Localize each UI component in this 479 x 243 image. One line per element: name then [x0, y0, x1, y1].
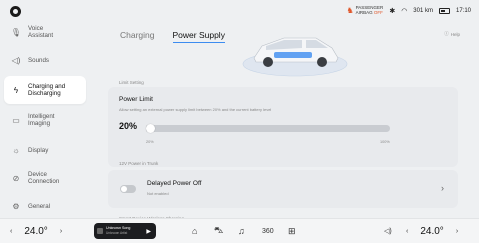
chevron-left-icon[interactable]: ‹ — [406, 228, 408, 235]
link-icon: ⊘ — [12, 173, 20, 183]
power-limit-description: Allow setting an external power supply l… — [119, 107, 272, 112]
camera-icon: ▭ — [12, 115, 20, 125]
settings-sidebar: 🎙︎ Voice Assistant ◁) Sounds ϟ Charging … — [0, 18, 90, 216]
sidebar-item-general[interactable]: ⚙ General — [4, 192, 86, 220]
help-icon: ⓘ — [444, 31, 449, 36]
clock: 17:10 — [455, 7, 471, 14]
song-artist: Unknown Artist — [106, 230, 128, 235]
main-content: Charging Power Supply ⓘ Help Limit Setti… — [100, 22, 470, 221]
driver-temperature[interactable]: 24.0° — [24, 226, 47, 237]
tab-bar: Charging Power Supply — [120, 30, 225, 43]
driver-climate: ‹ 24.0° › — [10, 219, 62, 243]
home-icon[interactable]: ⌂ — [192, 219, 197, 243]
sidebar-item-sounds[interactable]: ◁) Sounds — [4, 46, 86, 74]
sun-icon: ☼ — [12, 145, 20, 155]
charging-icon: ϟ — [13, 85, 19, 95]
power-limit-value: 20% — [119, 121, 138, 131]
car-illustration — [242, 37, 348, 77]
slider-knob[interactable] — [146, 124, 155, 133]
chevron-left-icon[interactable]: ‹ — [10, 228, 12, 235]
chevron-right-icon[interactable]: › — [456, 228, 458, 235]
sidebar-item-label: Intelligent Imaging — [28, 113, 55, 127]
sidebar-item-charging[interactable]: ϟ Charging and Discharging — [4, 76, 86, 104]
power-limit-title: Power Limit — [119, 96, 153, 103]
airbag-indicator: ♞ PASSENGER AIRBAG OFF — [346, 5, 383, 16]
range-readout: 301 km — [413, 7, 433, 14]
gear-icon: ⚙ — [12, 201, 20, 211]
wifi-icon: ◠ — [401, 7, 408, 15]
sidebar-item-label: General — [28, 202, 51, 210]
sidebar-item-device-connection[interactable]: ⊘ Device Connection — [4, 164, 86, 192]
delayed-power-off-card[interactable]: Delayed Power Off Not enabled › — [108, 170, 458, 208]
delayed-power-off-title: Delayed Power Off — [147, 180, 202, 187]
tab-power-supply[interactable]: Power Supply — [172, 30, 225, 43]
trunk-power-section-label: 12V Power in Trunk — [119, 161, 159, 166]
camera-360-label: 360 — [262, 227, 274, 235]
apps-grid-icon[interactable]: ⊞ — [288, 219, 296, 243]
status-bar: ♞ PASSENGER AIRBAG OFF ✱ ◠ 301 km 17:10 — [346, 5, 471, 16]
sidebar-item-intelligent-imaging[interactable]: ▭ Intelligent Imaging — [4, 106, 86, 134]
play-icon[interactable]: ▶ — [146, 228, 151, 235]
delayed-power-off-toggle[interactable] — [120, 185, 136, 193]
slider-min-label: 20% — [146, 140, 154, 144]
power-limit-slider[interactable] — [146, 124, 390, 133]
album-art — [97, 228, 103, 234]
passenger-temperature[interactable]: 24.0° — [420, 226, 443, 237]
tab-charging[interactable]: Charging — [120, 30, 155, 43]
car-icon[interactable]: ⛍ — [214, 219, 223, 243]
airbag-status-label: AIRBAG — [355, 9, 373, 15]
power-limit-card: Power Limit Allow setting an external po… — [108, 87, 458, 167]
limit-section-label: Limit Setting — [119, 80, 144, 85]
passenger-climate: ‹ 24.0° › — [406, 219, 458, 243]
bluetooth-icon: ✱ — [389, 7, 396, 15]
speaker-icon: ◁) — [11, 55, 21, 65]
camera-360-button[interactable]: 360 — [262, 219, 274, 243]
sidebar-item-label: Charging and Discharging — [28, 83, 66, 97]
bottom-dock: ‹ 24.0° › Unknown Song Unknown Artist ▶ … — [0, 218, 479, 243]
volume-icon[interactable]: ◁) — [384, 219, 392, 243]
sidebar-item-label: Device Connection — [28, 171, 60, 185]
chevron-right-icon[interactable]: › — [60, 228, 62, 235]
sidebar-item-label: Display — [28, 146, 49, 154]
sidebar-item-label: Voice Assistant — [28, 25, 54, 39]
airbag-status-state: OFF — [373, 9, 383, 15]
passenger-seat-icon: ♞ — [346, 5, 354, 15]
music-player[interactable]: Unknown Song Unknown Artist ▶ — [94, 223, 156, 239]
music-icon[interactable]: ♫ — [238, 219, 245, 243]
chevron-right-icon: › — [441, 183, 444, 193]
help-label: Help — [450, 31, 460, 37]
battery-icon — [438, 7, 450, 14]
delayed-power-off-status: Not enabled — [147, 191, 169, 196]
sidebar-item-voice-assistant[interactable]: 🎙︎ Voice Assistant — [4, 18, 86, 46]
profile-icon[interactable] — [10, 6, 21, 17]
voice-icon: 🎙︎ — [10, 27, 22, 37]
sidebar-item-display[interactable]: ☼ Display — [4, 136, 86, 164]
help-button[interactable]: ⓘ Help — [444, 31, 460, 37]
sidebar-item-label: Sounds — [28, 56, 49, 64]
slider-max-label: 100% — [380, 140, 390, 144]
